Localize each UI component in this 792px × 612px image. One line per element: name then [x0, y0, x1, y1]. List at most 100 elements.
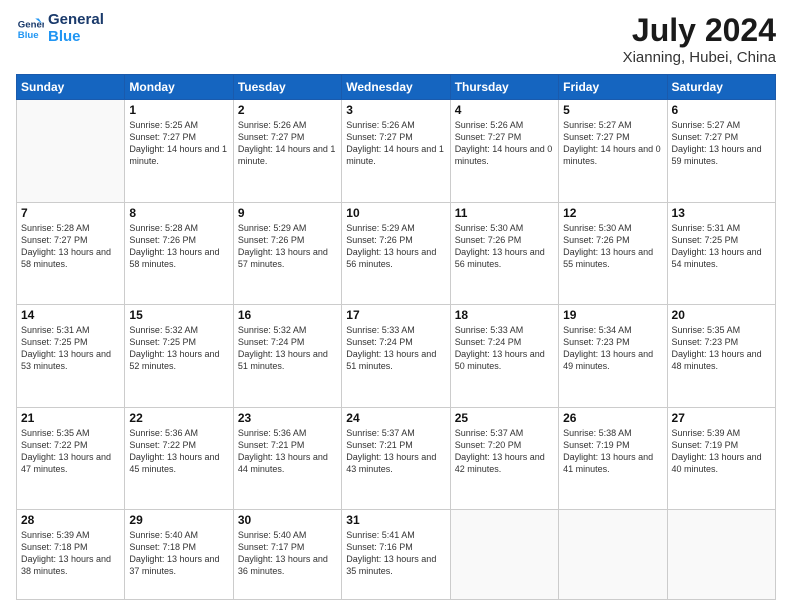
- cell-info: Sunrise: 5:33 AMSunset: 7:24 PMDaylight:…: [455, 324, 554, 373]
- logo-icon: General Blue: [16, 15, 44, 43]
- calendar-cell: 16Sunrise: 5:32 AMSunset: 7:24 PMDayligh…: [233, 305, 341, 408]
- calendar-cell: 10 Sunrise: 5:29 AMSunset: 7:26 PMDayligh…: [342, 202, 450, 305]
- day-number: 9: [238, 206, 337, 220]
- day-number: 5: [563, 103, 662, 117]
- day-number: 15: [129, 308, 228, 322]
- calendar-cell: 24 Sunrise: 5:37 AMSunset: 7:21 PMDayligh…: [342, 407, 450, 510]
- cell-info: Sunrise: 5:35 AMSunset: 7:23 PMDaylight:…: [672, 324, 771, 373]
- calendar-cell: 3 Sunrise: 5:26 AMSunset: 7:27 PMDaylight…: [342, 100, 450, 203]
- day-number: 13: [672, 206, 771, 220]
- day-number: 19: [563, 308, 662, 322]
- logo: General Blue General Blue: [16, 12, 104, 45]
- cell-info: Sunrise: 5:27 AMSunset: 7:27 PMDaylight:…: [672, 119, 771, 168]
- day-number: 1: [129, 103, 228, 117]
- cell-info: Sunrise: 5:25 AMSunset: 7:27 PMDaylight:…: [129, 119, 228, 168]
- calendar-cell: 12 Sunrise: 5:30 AMSunset: 7:26 PMDayligh…: [559, 202, 667, 305]
- header: General Blue General Blue July 2024 Xian…: [16, 12, 776, 66]
- day-number: 6: [672, 103, 771, 117]
- calendar-cell: 25 Sunrise: 5:37 AMSunset: 7:20 PMDayligh…: [450, 407, 558, 510]
- calendar-header-row: SundayMondayTuesdayWednesdayThursdayFrid…: [17, 75, 776, 100]
- calendar-cell: 18Sunrise: 5:33 AMSunset: 7:24 PMDayligh…: [450, 305, 558, 408]
- cell-info: Sunrise: 5:26 AMSunset: 7:27 PMDaylight:…: [346, 119, 445, 168]
- day-number: 7: [21, 206, 120, 220]
- calendar-cell: 21Sunrise: 5:35 AMSunset: 7:22 PMDayligh…: [17, 407, 125, 510]
- calendar-week-row: 14Sunrise: 5:31 AMSunset: 7:25 PMDayligh…: [17, 305, 776, 408]
- calendar-cell: 22Sunrise: 5:36 AMSunset: 7:22 PMDayligh…: [125, 407, 233, 510]
- day-number: 30: [238, 513, 337, 527]
- weekday-header: Wednesday: [342, 75, 450, 100]
- logo-line2: Blue: [48, 29, 104, 46]
- cell-info: Sunrise: 5:33 AMSunset: 7:24 PMDaylight:…: [346, 324, 445, 373]
- page: General Blue General Blue July 2024 Xian…: [0, 0, 792, 612]
- calendar-cell: 31 Sunrise: 5:41 AMSunset: 7:16 PMDayligh…: [342, 510, 450, 600]
- calendar-cell: 7 Sunrise: 5:28 AMSunset: 7:27 PMDaylight…: [17, 202, 125, 305]
- calendar-cell: 2 Sunrise: 5:26 AMSunset: 7:27 PMDaylight…: [233, 100, 341, 203]
- calendar-cell: 9Sunrise: 5:29 AMSunset: 7:26 PMDaylight…: [233, 202, 341, 305]
- calendar-cell: [559, 510, 667, 600]
- calendar-week-row: 28 Sunrise: 5:39 AMSunset: 7:18 PMDayligh…: [17, 510, 776, 600]
- weekday-header: Thursday: [450, 75, 558, 100]
- day-number: 12: [563, 206, 662, 220]
- cell-info: Sunrise: 5:34 AMSunset: 7:23 PMDaylight:…: [563, 324, 662, 373]
- day-number: 20: [672, 308, 771, 322]
- calendar-cell: 13 Sunrise: 5:31 AMSunset: 7:25 PMDayligh…: [667, 202, 775, 305]
- cell-info: Sunrise: 5:39 AMSunset: 7:18 PMDaylight:…: [21, 529, 120, 578]
- calendar-cell: 20 Sunrise: 5:35 AMSunset: 7:23 PMDayligh…: [667, 305, 775, 408]
- calendar-cell: 8 Sunrise: 5:28 AMSunset: 7:26 PMDaylight…: [125, 202, 233, 305]
- cell-info: Sunrise: 5:30 AMSunset: 7:26 PMDaylight:…: [455, 222, 554, 271]
- cell-info: Sunrise: 5:32 AMSunset: 7:24 PMDaylight:…: [238, 324, 337, 373]
- cell-info: Sunrise: 5:37 AMSunset: 7:21 PMDaylight:…: [346, 427, 445, 476]
- day-number: 28: [21, 513, 120, 527]
- day-number: 14: [21, 308, 120, 322]
- cell-info: Sunrise: 5:38 AMSunset: 7:19 PMDaylight:…: [563, 427, 662, 476]
- calendar-cell: 28 Sunrise: 5:39 AMSunset: 7:18 PMDayligh…: [17, 510, 125, 600]
- weekday-header: Friday: [559, 75, 667, 100]
- logo-line1: General: [48, 12, 104, 29]
- cell-info: Sunrise: 5:28 AMSunset: 7:27 PMDaylight:…: [21, 222, 120, 271]
- day-number: 2: [238, 103, 337, 117]
- weekday-header: Saturday: [667, 75, 775, 100]
- cell-info: Sunrise: 5:26 AMSunset: 7:27 PMDaylight:…: [238, 119, 337, 168]
- main-title: July 2024: [623, 12, 776, 49]
- day-number: 4: [455, 103, 554, 117]
- day-number: 11: [455, 206, 554, 220]
- day-number: 26: [563, 411, 662, 425]
- cell-info: Sunrise: 5:29 AMSunset: 7:26 PMDaylight:…: [346, 222, 445, 271]
- cell-info: Sunrise: 5:40 AMSunset: 7:17 PMDaylight:…: [238, 529, 337, 578]
- day-number: 27: [672, 411, 771, 425]
- calendar-table: SundayMondayTuesdayWednesdayThursdayFrid…: [16, 74, 776, 600]
- calendar-cell: 29Sunrise: 5:40 AMSunset: 7:18 PMDayligh…: [125, 510, 233, 600]
- calendar-cell: 15 Sunrise: 5:32 AMSunset: 7:25 PMDayligh…: [125, 305, 233, 408]
- day-number: 24: [346, 411, 445, 425]
- cell-info: Sunrise: 5:32 AMSunset: 7:25 PMDaylight:…: [129, 324, 228, 373]
- day-number: 31: [346, 513, 445, 527]
- calendar-cell: 4Sunrise: 5:26 AMSunset: 7:27 PMDaylight…: [450, 100, 558, 203]
- cell-info: Sunrise: 5:39 AMSunset: 7:19 PMDaylight:…: [672, 427, 771, 476]
- calendar-cell: 6 Sunrise: 5:27 AMSunset: 7:27 PMDaylight…: [667, 100, 775, 203]
- calendar-week-row: 21Sunrise: 5:35 AMSunset: 7:22 PMDayligh…: [17, 407, 776, 510]
- calendar-cell: 19 Sunrise: 5:34 AMSunset: 7:23 PMDayligh…: [559, 305, 667, 408]
- cell-info: Sunrise: 5:30 AMSunset: 7:26 PMDaylight:…: [563, 222, 662, 271]
- cell-info: Sunrise: 5:28 AMSunset: 7:26 PMDaylight:…: [129, 222, 228, 271]
- weekday-header: Tuesday: [233, 75, 341, 100]
- calendar-cell: 17 Sunrise: 5:33 AMSunset: 7:24 PMDayligh…: [342, 305, 450, 408]
- day-number: 17: [346, 308, 445, 322]
- day-number: 10: [346, 206, 445, 220]
- cell-info: Sunrise: 5:35 AMSunset: 7:22 PMDaylight:…: [21, 427, 120, 476]
- weekday-header: Sunday: [17, 75, 125, 100]
- cell-info: Sunrise: 5:37 AMSunset: 7:20 PMDaylight:…: [455, 427, 554, 476]
- cell-info: Sunrise: 5:27 AMSunset: 7:27 PMDaylight:…: [563, 119, 662, 168]
- weekday-header: Monday: [125, 75, 233, 100]
- cell-info: Sunrise: 5:36 AMSunset: 7:21 PMDaylight:…: [238, 427, 337, 476]
- day-number: 8: [129, 206, 228, 220]
- calendar-week-row: 7 Sunrise: 5:28 AMSunset: 7:27 PMDaylight…: [17, 202, 776, 305]
- cell-info: Sunrise: 5:31 AMSunset: 7:25 PMDaylight:…: [672, 222, 771, 271]
- logo-text: General Blue: [48, 12, 104, 45]
- calendar-cell: 5 Sunrise: 5:27 AMSunset: 7:27 PMDaylight…: [559, 100, 667, 203]
- day-number: 22: [129, 411, 228, 425]
- day-number: 29: [129, 513, 228, 527]
- day-number: 25: [455, 411, 554, 425]
- day-number: 3: [346, 103, 445, 117]
- cell-info: Sunrise: 5:41 AMSunset: 7:16 PMDaylight:…: [346, 529, 445, 578]
- calendar-cell: 14Sunrise: 5:31 AMSunset: 7:25 PMDayligh…: [17, 305, 125, 408]
